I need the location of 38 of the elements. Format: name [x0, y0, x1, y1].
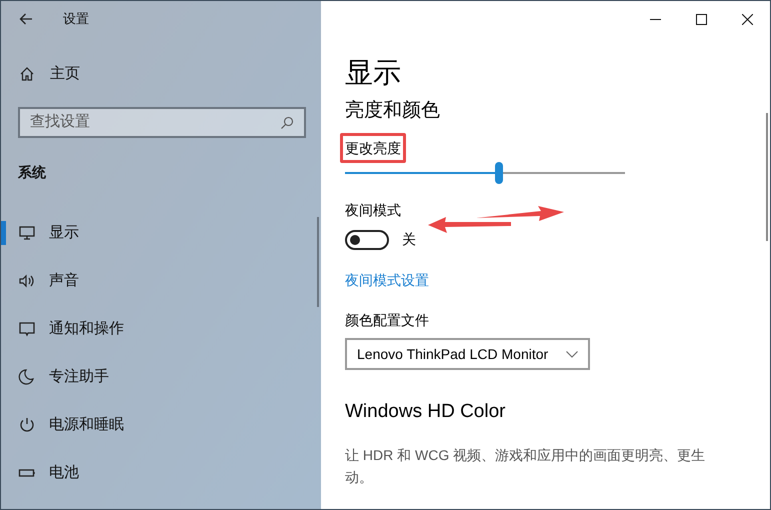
nav-item[interactable]: 专注助手 — [49, 366, 109, 388]
page-title: 显示 — [345, 56, 401, 90]
speaker-icon — [18, 272, 36, 290]
brightness-slider[interactable] — [345, 162, 625, 184]
night-light-settings-link[interactable]: 夜间模式设置 — [345, 270, 429, 290]
section-title: 亮度和颜色 — [345, 99, 440, 123]
search-field[interactable]: 查找设置 — [18, 107, 306, 138]
back-arrow-icon[interactable] — [19, 13, 33, 25]
section-title: Windows HD Color — [345, 400, 506, 424]
moon-icon — [18, 368, 36, 386]
color-profile-dropdown[interactable]: Lenovo ThinkPad LCD Monitor — [345, 338, 590, 370]
home-nav-item[interactable]: 主页 — [1, 63, 80, 85]
search-icon[interactable] — [280, 116, 294, 130]
chevron-down-icon — [566, 350, 578, 358]
nav-item[interactable]: 声音 — [49, 270, 79, 292]
monitor-icon — [18, 224, 36, 242]
scrollbar[interactable] — [766, 113, 768, 241]
description-text: 让 HDR 和 WCG 视频、游戏和应用中的画面更明亮、更生动。 — [345, 446, 706, 487]
nav-item[interactable]: 电池 — [49, 462, 79, 484]
setting-label: 颜色配置文件 — [345, 311, 429, 330]
minimize-icon — [650, 18, 660, 20]
speech-bubble-icon — [18, 320, 36, 338]
setting-label: 夜间模式 — [345, 201, 401, 220]
nav-item[interactable]: 显示 — [49, 222, 79, 244]
toggle-switch[interactable] — [345, 230, 389, 250]
close-icon — [742, 14, 752, 24]
maximize-icon — [696, 14, 706, 24]
toggle-state: 关 — [402, 230, 416, 249]
nav-item[interactable]: 通知和操作 — [49, 318, 124, 340]
house-icon — [19, 66, 35, 82]
scrollbar[interactable] — [317, 217, 319, 307]
nav-item[interactable]: 电源和睡眠 — [49, 414, 124, 436]
section-heading: 系统 — [18, 163, 46, 182]
search-input[interactable]: 查找设置 — [30, 111, 280, 134]
power-icon — [18, 416, 36, 434]
window-title: 设置 — [63, 10, 89, 28]
setting-label: 更改亮度 — [345, 139, 401, 158]
slider-thumb[interactable] — [495, 162, 503, 184]
